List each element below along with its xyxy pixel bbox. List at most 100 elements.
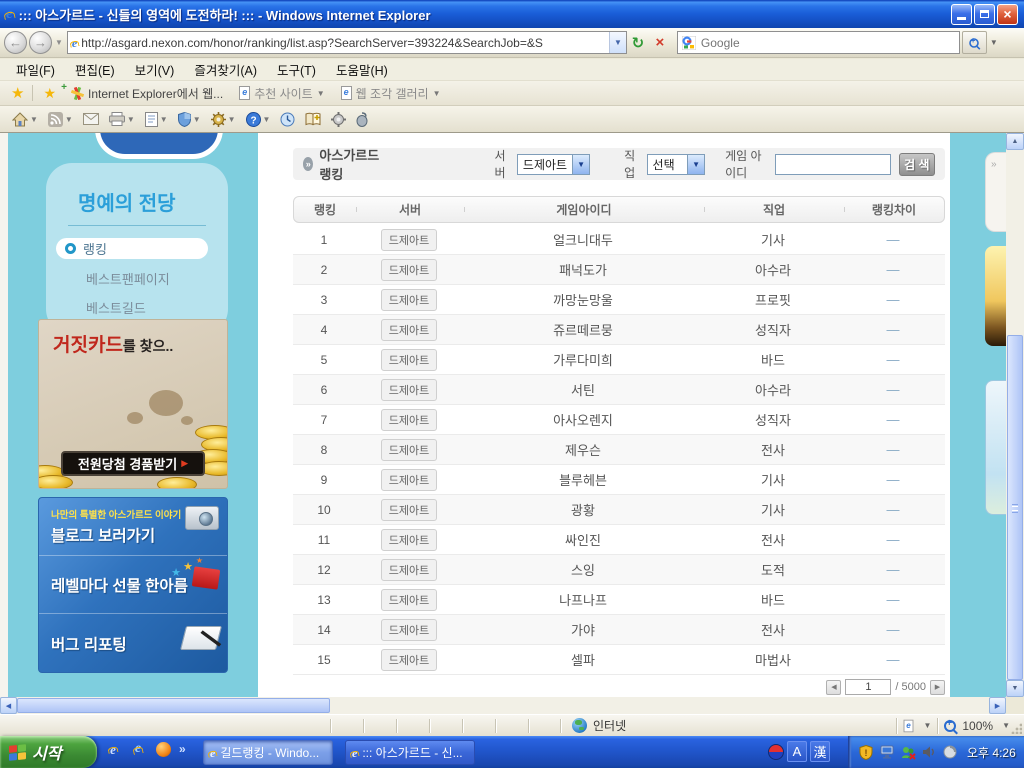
page-button[interactable]: ▼ xyxy=(141,108,172,130)
ad-gift-link[interactable]: 레벨마다 선물 한아름 ★ ★ ★ xyxy=(39,556,227,614)
menu-help[interactable]: 도움말(H) xyxy=(326,58,398,81)
vertical-scrollbar[interactable]: ▲ ▼ xyxy=(1006,133,1024,697)
game-id-cell: 제우슨 xyxy=(463,440,703,459)
server-cell: 드제아트 xyxy=(355,229,463,251)
restore-button[interactable] xyxy=(974,4,995,25)
rank-cell: 6 xyxy=(293,383,355,397)
ime-hanja-toggle[interactable]: 漢 xyxy=(810,741,830,762)
tray-network-icon[interactable] xyxy=(879,744,895,760)
add-favorite-icon[interactable]: ★ xyxy=(36,85,63,102)
tools-button[interactable]: ▼ xyxy=(207,108,240,130)
server-select[interactable]: 드제아트 ▼ xyxy=(517,154,590,175)
url-dropdown-button[interactable]: ▼ xyxy=(609,32,626,53)
horizontal-scrollbar[interactable]: ◀ ▶ xyxy=(0,697,1006,714)
rank-cell: 13 xyxy=(293,593,355,607)
safety-button[interactable]: ▼ xyxy=(174,108,205,130)
game-id-cell: 서틴 xyxy=(463,380,703,399)
addon-gear-button[interactable] xyxy=(327,108,350,130)
menu-view[interactable]: 보기(V) xyxy=(125,58,185,81)
search-submit-button[interactable]: 검 색 xyxy=(899,153,935,176)
rank-cell: 7 xyxy=(293,413,355,427)
tray-update-icon[interactable] xyxy=(942,744,958,760)
start-button[interactable]: 시작 xyxy=(0,736,97,768)
search-go-button[interactable] xyxy=(962,31,987,54)
addon-clock-button[interactable] xyxy=(276,108,299,130)
menu-tools[interactable]: 도구(T) xyxy=(267,58,326,81)
event-ad-banner[interactable]: 거짓카드를 찾으.. 전원당첨 경품받기 ▶ xyxy=(38,319,228,489)
home-button[interactable]: ▼ xyxy=(8,108,42,130)
favorite-item-suggested-sites[interactable]: 추천 사이트 ▼ xyxy=(231,83,332,104)
addon-book-button[interactable] xyxy=(301,108,325,130)
quick-launch-overflow-chevron[interactable]: » xyxy=(179,742,186,756)
address-field[interactable]: e http://asgard.nexon.com/honor/ranking/… xyxy=(67,31,627,54)
help-button[interactable]: ? ▼ xyxy=(242,108,275,130)
minimize-button[interactable] xyxy=(951,4,972,25)
table-row: 3드제아트까망눈망울프로핏— xyxy=(293,285,945,315)
scroll-right-button[interactable]: ▶ xyxy=(989,697,1006,714)
korean-ime-icon[interactable] xyxy=(768,744,784,760)
search-input[interactable] xyxy=(701,36,955,50)
scroll-down-button[interactable]: ▼ xyxy=(1006,680,1024,697)
game-id-label: 게임 아이디 xyxy=(725,147,769,181)
table-row: 11드제아트싸인진전사— xyxy=(293,525,945,555)
sidebar-item-best-guild[interactable]: 베스트길드 xyxy=(86,298,228,317)
refresh-button[interactable]: ↻ xyxy=(627,32,649,54)
quick-launch-orange-app-icon[interactable] xyxy=(154,740,172,758)
sidebar-item-ranking[interactable]: 랭킹 xyxy=(56,238,208,259)
search-box[interactable] xyxy=(677,31,960,54)
game-id-cell: 나프나프 xyxy=(463,590,703,609)
ranking-filter-bar: » 아스가르드 랭킹 서버 드제아트 ▼ 직업 선택 ▼ 게임 아이디 검 색 xyxy=(293,148,945,180)
server-cell: 드제아트 xyxy=(355,289,463,311)
ad-bug-report-link[interactable]: 버그 리포팅 xyxy=(39,614,227,673)
page-number-input[interactable] xyxy=(845,679,891,695)
menu-file[interactable]: 파일(F) xyxy=(6,58,65,81)
tray-security-shield-icon[interactable]: ! xyxy=(858,744,874,760)
menu-favorites[interactable]: 즐겨찾기(A) xyxy=(184,58,267,81)
prev-page-button[interactable]: ◀ xyxy=(826,680,841,695)
taskbar-window-guild-ranking[interactable]: e 길드랭킹 - Windo... xyxy=(203,740,333,765)
ad-blog-link[interactable]: 나만의 특별한 아스가르드 이야기 블로그 보러가기 xyxy=(39,498,227,556)
game-id-input[interactable] xyxy=(775,154,891,175)
job-cell: 아수라 xyxy=(703,380,843,399)
vertical-scroll-thumb[interactable] xyxy=(1007,335,1023,680)
search-options-dropdown-icon[interactable]: ▼ xyxy=(990,38,998,47)
ad-prize-button[interactable]: 전원당첨 경품받기 ▶ xyxy=(61,451,205,476)
ime-language-bar: A 漢 xyxy=(768,741,830,762)
zoom-dropdown-icon[interactable]: ▼ xyxy=(1002,721,1010,730)
taskbar-window-asgard[interactable]: e ::: 아스가르드 - 신... xyxy=(345,740,475,765)
job-select[interactable]: 선택 ▼ xyxy=(647,154,706,175)
ime-alpha-toggle[interactable]: A xyxy=(787,741,807,762)
tray-volume-icon[interactable] xyxy=(921,744,937,760)
ie-icon: e xyxy=(352,747,357,759)
stop-button[interactable]: × xyxy=(649,32,671,54)
quick-launch-ie-icon[interactable]: e xyxy=(129,740,147,758)
game-id-cell: 까망눈망울 xyxy=(463,290,703,309)
tray-messenger-offline-icon[interactable] xyxy=(900,744,916,760)
back-button[interactable]: ← xyxy=(4,31,27,54)
server-cell: 드제아트 xyxy=(355,559,463,581)
select-arrow-icon: ▼ xyxy=(572,155,589,174)
window-title: ::: 아스가르드 - 신들의 영역에 도전하라! ::: - Windows … xyxy=(19,5,949,24)
favorite-item-gallery[interactable]: 웹 조각 갤러리 ▼ xyxy=(333,83,449,104)
print-button[interactable]: ▼ xyxy=(105,108,139,130)
feeds-button[interactable]: ▼ xyxy=(44,108,77,130)
rank-cell: 3 xyxy=(293,293,355,307)
addon-mouse-button[interactable] xyxy=(352,108,372,130)
recent-pages-dropdown-icon[interactable]: ▼ xyxy=(55,38,63,47)
mail-button[interactable] xyxy=(79,108,103,130)
scroll-left-button[interactable]: ◀ xyxy=(0,697,17,714)
next-page-button[interactable]: ▶ xyxy=(930,680,945,695)
sidebar-item-best-fanpage[interactable]: 베스트팬페이지 xyxy=(86,269,228,288)
job-cell: 기사 xyxy=(703,230,843,249)
close-button[interactable]: × xyxy=(997,4,1018,25)
forward-button[interactable]: → xyxy=(29,31,52,54)
sidebar-top-banner xyxy=(95,133,223,159)
taskbar-clock: 오후 4:26 xyxy=(967,744,1016,761)
menu-edit[interactable]: 편집(E) xyxy=(65,58,125,81)
favorites-star-icon[interactable]: ★ xyxy=(6,84,29,102)
quick-launch-ie-desktop-icon[interactable]: e xyxy=(104,740,122,758)
chevron-down-icon[interactable]: ▼ xyxy=(923,721,931,730)
scroll-up-button[interactable]: ▲ xyxy=(1006,133,1024,150)
horizontal-scroll-thumb[interactable] xyxy=(17,698,330,713)
favorite-item-webslice[interactable]: Internet Explorer에서 웹... xyxy=(63,83,231,104)
